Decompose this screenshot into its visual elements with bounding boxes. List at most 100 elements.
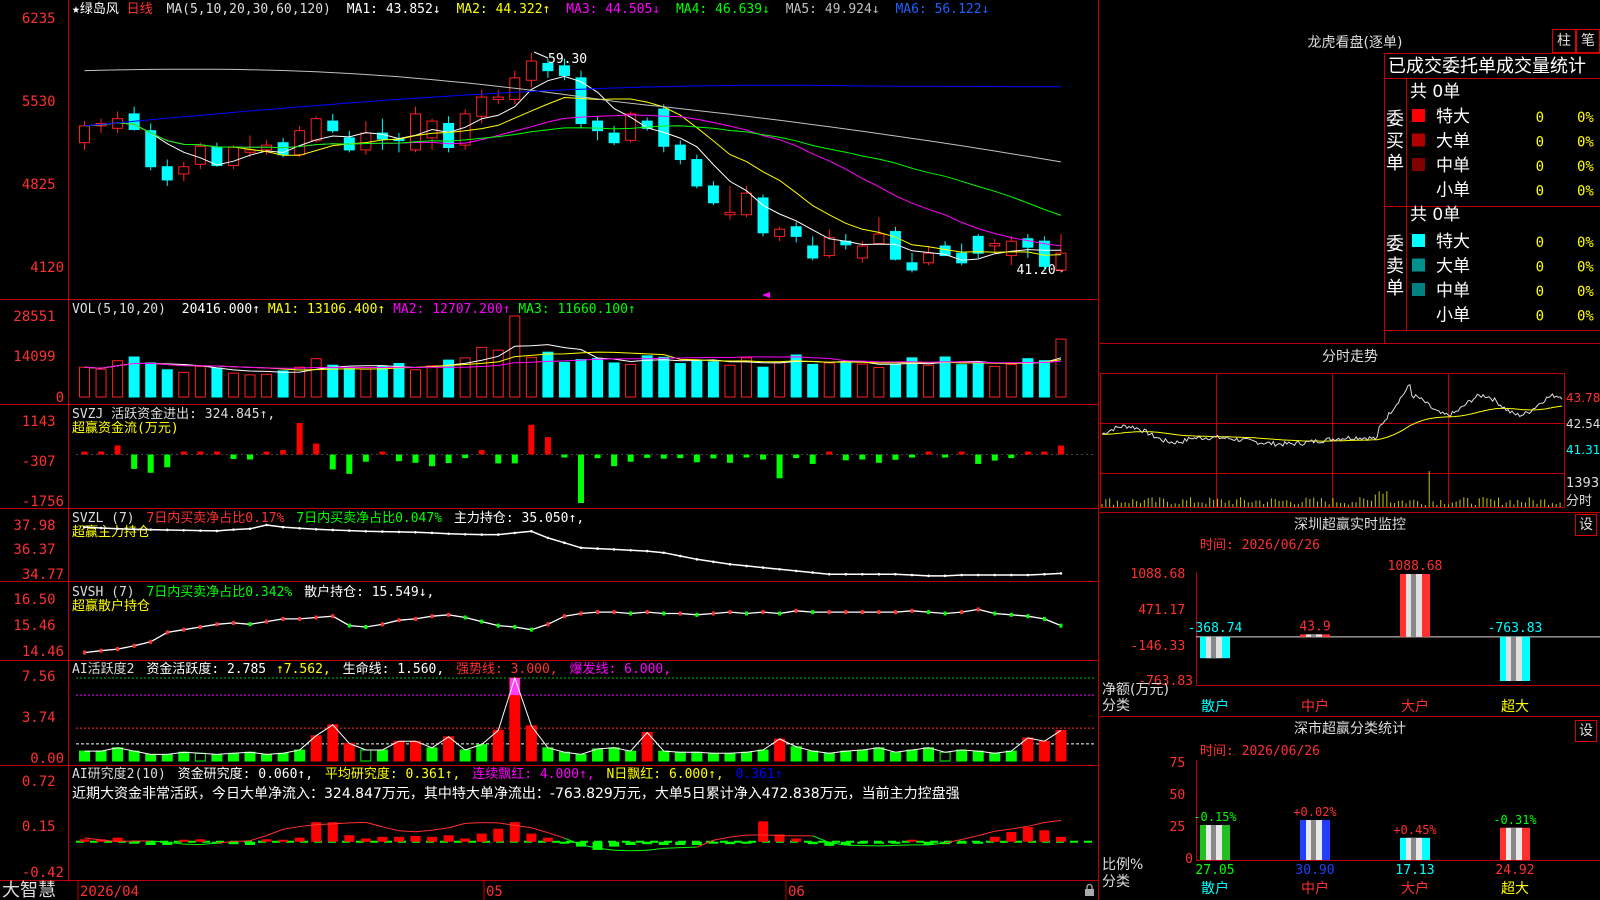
flow-bar <box>1057 445 1064 455</box>
dragon-tiger-subtitle: 已成交委托单成交量统计 <box>1388 56 1586 77</box>
kline-area[interactable]: ★绿岛风 日线 MA(5,10,20,30,60,120) MA1: 43.85… <box>0 0 1100 900</box>
svsh-point <box>380 622 384 627</box>
candle <box>542 62 554 72</box>
activity-bar <box>741 751 752 762</box>
research-bar <box>1006 831 1017 842</box>
lock-icon[interactable] <box>1085 883 1094 897</box>
svsh-point <box>844 610 848 615</box>
svsh-point <box>99 648 103 653</box>
order-swatch <box>1412 158 1425 171</box>
flow-bar <box>743 454 750 458</box>
activity-bar <box>691 751 703 762</box>
svzl-y-ticks: 37.98 36.37 34.77 <box>13 518 64 583</box>
svzl-point <box>827 572 831 576</box>
flow-bar <box>81 451 88 455</box>
candle <box>757 197 769 234</box>
svzl-point <box>927 574 930 578</box>
svsh-point <box>480 619 484 624</box>
svzl-point <box>513 531 517 535</box>
volume-bar <box>923 364 935 398</box>
volume-bar <box>840 361 852 398</box>
candle <box>194 145 206 165</box>
activity-bar <box>1005 750 1017 762</box>
flow-bar <box>263 451 270 455</box>
flow-bar <box>809 454 816 464</box>
svzl-header: SVZL (7) 7日内买卖净占比0.17% 7日内买卖净占比0.047% 主力… <box>72 510 584 526</box>
svsh-header: SVSH (7) 7日内买卖净占比0.342% 散户持仓: 15.549↓, <box>72 584 434 600</box>
activity-bar <box>856 749 868 762</box>
order-count: 0 <box>1536 235 1544 251</box>
svsh-point <box>596 610 600 615</box>
flow-bar <box>991 454 998 461</box>
svzl-point <box>397 530 401 534</box>
sz-monitor-settings-button[interactable]: 设 <box>1575 514 1597 536</box>
flow-bar <box>578 454 584 503</box>
candle <box>492 96 504 100</box>
svsh-point <box>430 614 434 619</box>
flow-bar <box>859 454 866 460</box>
svzl-point <box>596 547 599 550</box>
flow-bar <box>379 451 386 455</box>
volume-bar <box>277 370 289 398</box>
svzl-point <box>381 530 384 533</box>
flow-bar <box>925 451 932 455</box>
svzl-point <box>811 571 814 574</box>
svsh-point <box>116 647 120 652</box>
volume-bar <box>79 366 90 398</box>
activity-bar <box>558 751 570 762</box>
research-bar <box>178 839 189 842</box>
flow-bar <box>677 454 684 459</box>
ai-res-note: 近期大资金非常活跃，今日大单净流入：324.847万元，其中特大单净流出：-76… <box>72 785 960 802</box>
activity-bar <box>393 740 405 762</box>
activity-bar <box>889 751 901 762</box>
ma-line <box>84 114 1062 247</box>
class-bar-value: 27.05 <box>1195 863 1234 878</box>
sz-class-settings-button[interactable]: 设 <box>1575 720 1597 742</box>
activity-bar <box>939 751 951 762</box>
buy-total: 共 0单 <box>1410 82 1460 102</box>
sz-class-y-ticks: 75 50 25 0 <box>1170 756 1193 867</box>
monitor-bar-label: -368.74 <box>1188 621 1243 636</box>
candle <box>741 192 752 216</box>
flow-bar <box>114 445 121 455</box>
research-bar <box>526 833 537 842</box>
flow-bar <box>495 454 502 464</box>
candle <box>873 233 885 245</box>
candle <box>724 211 736 216</box>
activity-bar <box>492 729 504 762</box>
svzl-point <box>298 527 301 530</box>
svzl-point <box>314 527 318 531</box>
svzl-point <box>563 541 566 545</box>
flow-bar <box>1024 451 1031 455</box>
svsh-point <box>893 610 897 615</box>
candle <box>707 185 719 204</box>
sz-class-bars: -0.15% 27.05 散户 +0.02% 30.90 中户 +0.45% 17.13 大户 -… <box>1193 805 1537 897</box>
research-bar <box>741 841 752 844</box>
svzl-point <box>960 573 963 577</box>
svsh-point <box>447 612 451 617</box>
research-bar <box>973 841 984 844</box>
svsh-point <box>728 610 732 615</box>
order-type: 中单 <box>1436 156 1470 176</box>
volume-bar <box>426 365 438 398</box>
svsh-point <box>645 610 649 615</box>
candle <box>674 144 686 161</box>
candle <box>823 237 835 257</box>
candle <box>525 60 537 81</box>
volume-bar <box>244 374 256 398</box>
volume-bar <box>360 368 372 398</box>
svsh-point <box>463 615 467 620</box>
research-bar <box>460 838 471 842</box>
main-y-ticks: 6235 5530 4825 4120 <box>22 11 64 276</box>
class-bar-value: 24.92 <box>1495 863 1534 878</box>
research-curve <box>1044 819 1062 824</box>
activity-line <box>84 676 1062 755</box>
research-bar <box>129 841 140 844</box>
class-bar-core <box>1311 820 1316 860</box>
activity-bar <box>327 724 339 762</box>
activity-bar <box>625 750 637 762</box>
research-curve <box>465 822 482 824</box>
candle <box>691 159 703 187</box>
activity-bar <box>244 751 256 762</box>
activity-bar <box>1022 737 1034 762</box>
